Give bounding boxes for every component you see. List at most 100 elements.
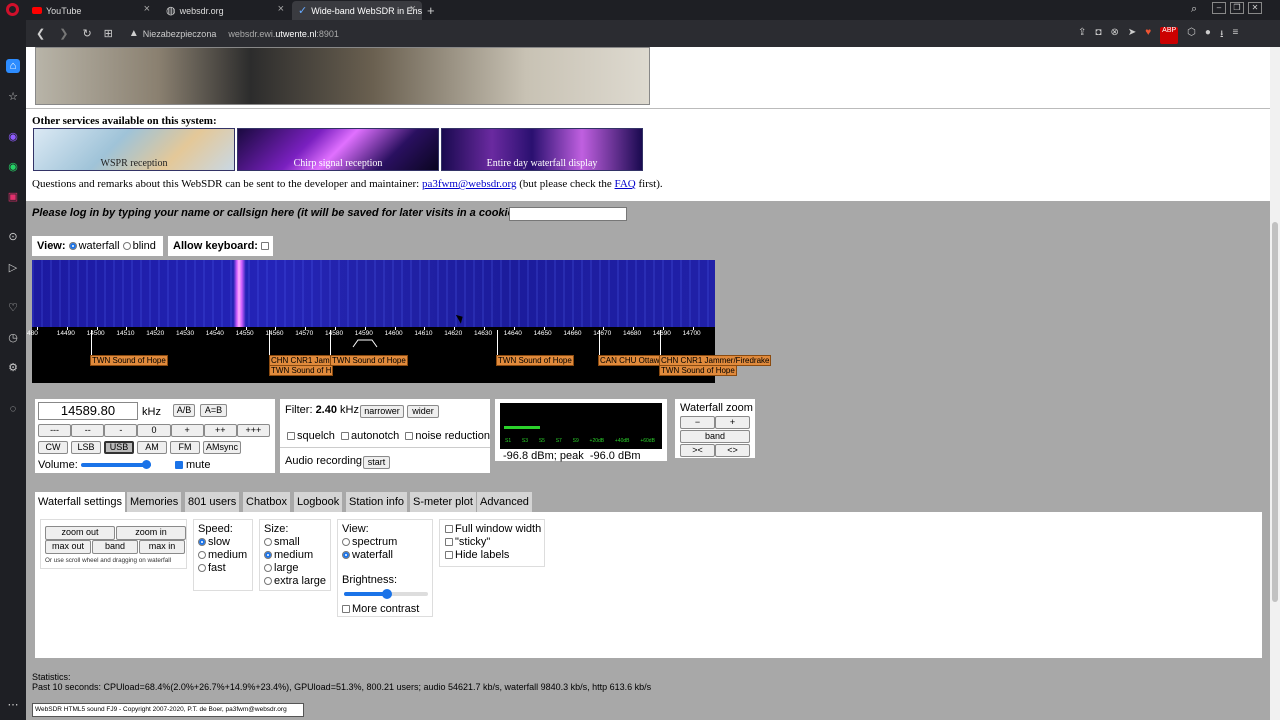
tracker-icon[interactable]: ⊗ (1110, 27, 1118, 44)
speed-fast[interactable]: fast (198, 562, 248, 575)
step-up-1-button[interactable]: + (170, 424, 204, 437)
mode-fm-button[interactable]: FM (170, 441, 200, 454)
tab-advanced[interactable]: Advanced (477, 492, 532, 512)
frequency-input[interactable]: 14589.80 (38, 402, 138, 420)
hide-labels-option[interactable]: Hide labels (445, 549, 539, 562)
mode-lsb-button[interactable]: LSB (71, 441, 101, 454)
waterfall-display[interactable]: 480 14490 14500 14510 14520 14530 14540 14550 14… (27, 260, 772, 383)
minimize-icon[interactable]: – (1212, 2, 1226, 14)
send-icon[interactable]: ➤ (1128, 27, 1136, 44)
volume-handle[interactable] (142, 460, 151, 469)
radio[interactable] (342, 551, 350, 559)
zoom-minus-button[interactable]: − (680, 416, 715, 429)
radio[interactable] (198, 538, 206, 546)
max-out-button[interactable]: max out (45, 540, 91, 554)
radio[interactable] (264, 564, 272, 572)
station-label[interactable]: TWN Sound of Hope (90, 355, 168, 366)
back-icon[interactable]: ❮ (36, 27, 45, 40)
step-down-2-button[interactable]: -- (71, 424, 105, 437)
full-width-option[interactable]: Full window width (445, 523, 541, 536)
close-tab-icon[interactable]: × (144, 3, 150, 15)
mode-cw-button[interactable]: CW (38, 441, 68, 454)
narrower-button[interactable]: narrower (360, 405, 404, 418)
squelch-checkbox[interactable] (287, 432, 295, 440)
radio[interactable] (342, 538, 350, 546)
instagram-icon[interactable]: ▣ (6, 190, 20, 204)
full-width-checkbox[interactable] (445, 525, 453, 533)
a-equals-b-button[interactable]: A=B (200, 404, 227, 417)
station-label[interactable]: CAN CHU Ottaw (598, 355, 662, 366)
mode-am-button[interactable]: AM (137, 441, 167, 454)
ab-button[interactable]: A/B (173, 404, 195, 417)
close-tab-icon[interactable]: × (278, 3, 284, 15)
share-icon[interactable]: ⇪ (1078, 27, 1086, 44)
band-button[interactable]: band (92, 540, 138, 554)
waterfall-radio[interactable] (68, 242, 77, 250)
heart-icon[interactable]: ♥ (1145, 27, 1151, 44)
sticky-checkbox[interactable] (445, 538, 453, 546)
step-down-1-button[interactable]: - (104, 424, 138, 437)
close-window-icon[interactable]: ✕ (1248, 2, 1262, 14)
tab-youtube[interactable]: YouTube × (26, 1, 156, 20)
hide-labels-checkbox[interactable] (445, 551, 453, 559)
tab-websdr-org[interactable]: ◍ websdr.org × (160, 1, 290, 20)
step-down-3-button[interactable]: --- (38, 424, 72, 437)
profile-icon[interactable]: ● (1205, 27, 1211, 44)
bookmark-icon[interactable]: ☆ (6, 90, 20, 104)
callsign-input[interactable] (509, 207, 627, 221)
noise-reduction-checkbox[interactable] (405, 432, 414, 440)
keyboard-checkbox[interactable] (261, 242, 270, 250)
zoom-out-button[interactable]: zoom out (45, 526, 115, 540)
home-icon[interactable]: ⌂ (6, 59, 20, 73)
radio[interactable] (264, 538, 272, 546)
maximize-icon[interactable]: ❐ (1230, 2, 1244, 14)
forward-icon[interactable]: ❯ (59, 27, 68, 40)
url-field[interactable]: websdr.ewi.utwente.nl:8901 (228, 29, 339, 39)
brightness-slider[interactable] (342, 587, 428, 601)
email-link[interactable]: pa3fwm@websdr.org (422, 178, 517, 190)
station-label[interactable]: TWN Sound of Hope (330, 355, 408, 366)
tab-waterfall-settings[interactable]: Waterfall settings (35, 492, 125, 512)
radio[interactable] (198, 564, 206, 572)
reload-icon[interactable]: ↻ (82, 27, 91, 40)
waterfall-image[interactable] (32, 260, 715, 327)
tab-grid-icon[interactable]: ⊞ (104, 27, 113, 40)
menu-icon[interactable]: ≡ (1232, 27, 1238, 44)
scrollbar-thumb[interactable] (1272, 222, 1278, 602)
speed-medium[interactable]: medium (198, 549, 248, 562)
tab-logbook[interactable]: Logbook (294, 492, 343, 512)
wspr-link[interactable]: WSPR reception (33, 128, 235, 171)
mode-amsync-button[interactable]: AMsync (203, 441, 241, 454)
tab-users[interactable]: 801 users (185, 492, 240, 512)
more-icon[interactable]: ⋯ (6, 698, 20, 712)
max-in-button[interactable]: max in (139, 540, 185, 554)
sticky-option[interactable]: "sticky" (445, 536, 539, 549)
view-spectrum[interactable]: spectrum (342, 536, 428, 549)
size-large[interactable]: large (264, 562, 326, 575)
security-label[interactable]: Niezabezpieczona (143, 29, 217, 39)
volume-slider[interactable] (81, 463, 151, 467)
extension-icon[interactable]: ⬡ (1187, 27, 1196, 44)
radio[interactable] (198, 551, 206, 559)
speed-slow[interactable]: slow (198, 536, 248, 549)
settings-icon[interactable]: ⚙ (6, 361, 20, 375)
faq-link[interactable]: FAQ (615, 178, 636, 190)
station-label[interactable]: TWN Sound of Hope (496, 355, 574, 366)
zoom-plus-button[interactable]: + (715, 416, 750, 429)
zoom-band-button[interactable]: band (680, 430, 750, 443)
more-contrast-checkbox[interactable] (342, 605, 350, 613)
station-label[interactable]: TWN Sound of Hope (659, 365, 737, 376)
step-up-2-button[interactable]: ++ (203, 424, 237, 437)
download-icon[interactable]: ⭳ (1220, 27, 1224, 44)
zoom-in-button[interactable]: zoom in (116, 526, 186, 540)
size-medium[interactable]: medium (264, 549, 326, 562)
tab-websdr-utwente[interactable]: ✓ Wide-band WebSDR in Ens × (292, 1, 422, 20)
new-tab-icon[interactable]: + (427, 3, 435, 18)
more-contrast-option[interactable]: More contrast (342, 603, 428, 616)
opera-logo-icon[interactable] (6, 3, 19, 16)
zoom-wide-button[interactable]: <> (715, 444, 750, 457)
record-start-button[interactable]: start (363, 456, 390, 469)
station-label[interactable]: TWN Sound of H (269, 365, 334, 376)
adblock-icon[interactable]: ABP (1160, 27, 1179, 44)
day-waterfall-link[interactable]: Entire day waterfall display (441, 128, 643, 171)
